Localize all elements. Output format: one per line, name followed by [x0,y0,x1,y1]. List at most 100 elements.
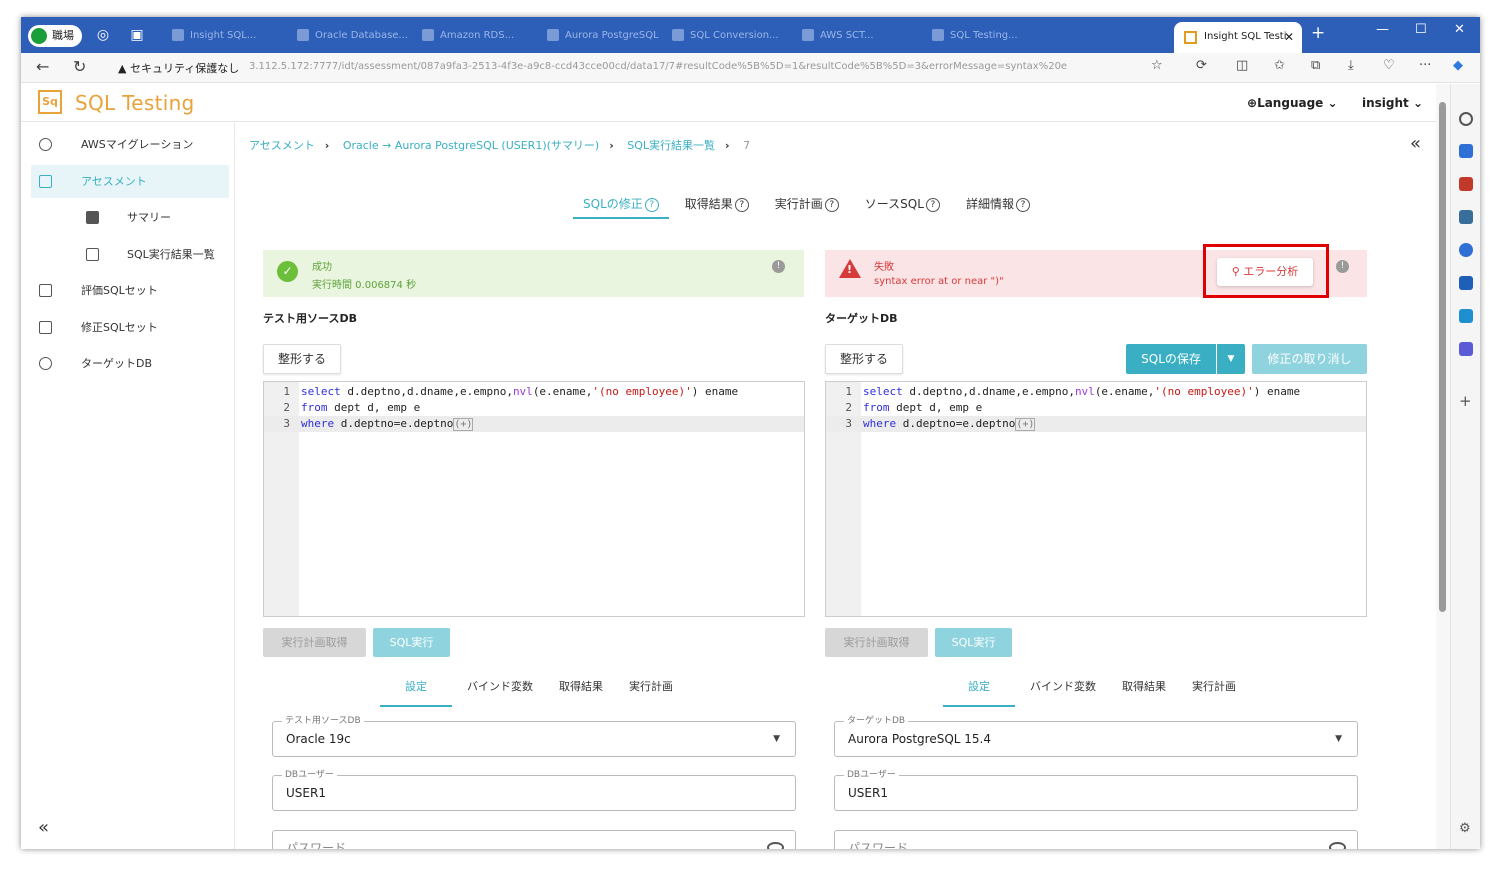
get-plan-button[interactable]: 実行計画取得 [263,628,366,657]
toolbox-icon[interactable] [1459,177,1473,191]
shopping-icon[interactable] [1459,243,1473,257]
subtab-bind-vars[interactable]: バインド変数 [1019,673,1107,707]
browser-tab[interactable]: Aurora PostgreSQL... [541,26,659,46]
eye-off-icon[interactable] [1329,842,1346,849]
split-screen-icon[interactable]: ◫ [1236,58,1248,73]
info-icon[interactable]: ! [772,260,785,273]
collapse-panel-icon[interactable]: « [1410,133,1421,154]
code-line[interactable]: 1 select d.deptno,d.dname,e.empno,nvl(e.e… [264,384,804,400]
browser-tab[interactable]: Insight SQL... [166,26,284,46]
eye-off-icon[interactable] [767,842,784,849]
format-button[interactable]: 整形する [825,344,903,374]
browser-tab[interactable]: Amazon RDS... [416,26,534,46]
subtab-exec-plan[interactable]: 実行計画 [1181,673,1247,707]
source-password-field[interactable]: パスワード [272,830,796,849]
browser-tab[interactable]: Oracle Database... [291,26,409,46]
subtab-bind-vars[interactable]: バインド変数 [456,673,544,707]
tab-execution-plan[interactable]: 実行計画? [765,193,849,219]
favorite-star-icon[interactable]: ☆ [1151,58,1163,73]
sidebar-item-summary[interactable]: サマリー [31,201,229,234]
target-sql-editor[interactable]: 1 select d.deptno,d.dname,e.empno,nvl(e.e… [825,381,1367,617]
source-db-select[interactable]: テスト用ソースDB Oracle 19c ▼ [272,714,796,757]
code-line[interactable]: 2 from dept d, emp e [826,400,1366,416]
source-db-user-field[interactable]: DBユーザー USER1 [272,768,796,811]
help-icon[interactable]: ? [734,198,749,212]
new-tab-icon[interactable]: + [1311,23,1325,43]
performance-icon[interactable]: ♡ [1383,58,1395,73]
help-icon[interactable]: ? [824,198,839,212]
logo-icon[interactable]: Sq [38,90,62,114]
browser-tab[interactable]: AWS SCT... [796,26,914,46]
tab-fetch-result[interactable]: 取得結果? [675,193,759,219]
sidebar-item-eval-sql-set[interactable]: 評価SQLセット [31,274,229,307]
breadcrumb-link[interactable]: Oracle → Aurora PostgreSQL (USER1)(サマリー) [343,139,599,152]
app-title[interactable]: SQL Testing [75,91,195,115]
profile-badge[interactable]: 職場 [28,25,82,47]
scrollbar-thumb[interactable] [1439,102,1446,612]
code-line[interactable]: 2 from dept d, emp e [264,400,804,416]
code-line[interactable]: 1 select d.deptno,d.dname,e.empno,nvl(e.e… [826,384,1366,400]
favorites-icon[interactable]: ✩ [1274,58,1285,73]
get-plan-button[interactable]: 実行計画取得 [825,628,928,657]
sidebar-item-target-db[interactable]: ターゲットDB [31,347,229,380]
code-line[interactable]: 3 where d.deptno=e.deptno(+) [826,416,1366,432]
page-scrollbar[interactable] [1436,84,1450,849]
add-icon[interactable]: + [1459,394,1473,409]
language-menu[interactable]: ⊕Language ⌄ [1247,96,1338,110]
format-button[interactable]: 整形する [263,344,341,374]
tab-sql-fix[interactable]: SQLの修正? [573,193,669,219]
subtab-exec-plan[interactable]: 実行計画 [618,673,684,707]
security-warning[interactable]: ▲ セキュリティ保護なし [118,60,239,76]
workspaces-icon[interactable]: ◎ [94,26,112,44]
info-icon[interactable]: ! [1336,260,1349,273]
more-icon[interactable]: ··· [1419,58,1431,73]
collapse-sidebar-icon[interactable]: « [38,817,49,838]
tab-source-sql[interactable]: ソースSQL? [855,193,950,219]
target-db-select[interactable]: ターゲットDB Aurora PostgreSQL 15.4 ▼ [834,714,1358,757]
close-tab-icon[interactable]: ✕ [1284,22,1294,52]
undo-fix-button[interactable]: 修正の取り消し [1252,344,1367,374]
sidebar-item-aws-migration[interactable]: AWSマイグレーション [31,128,229,161]
sidebar-app-icon[interactable] [1459,144,1473,158]
settings-gear-icon[interactable]: ⚙ [1459,822,1473,836]
tab-details[interactable]: 詳細情報? [956,193,1040,219]
subtab-settings[interactable]: 設定 [943,673,1015,707]
people-icon[interactable] [1459,210,1473,224]
outlook-icon[interactable] [1459,276,1473,290]
subtab-fetch-result[interactable]: 取得結果 [548,673,614,707]
sidebar-item-sql-results[interactable]: SQL実行結果一覧 [31,238,229,271]
help-icon[interactable]: ? [644,198,659,212]
target-password-field[interactable]: パスワード [834,830,1358,849]
maximize-icon[interactable]: ☐ [1415,22,1427,37]
close-window-icon[interactable]: ✕ [1454,22,1465,37]
active-browser-tab[interactable]: Insight SQL Testi ✕ [1174,22,1302,53]
subtab-fetch-result[interactable]: 取得結果 [1111,673,1177,707]
tab-actions-icon[interactable]: ▣ [128,26,146,44]
target-db-user-field[interactable]: DBユーザー USER1 [834,768,1358,811]
user-menu[interactable]: insight ⌄ [1362,96,1423,110]
browser-tab[interactable]: SQL Testing... [926,26,1044,46]
run-sql-button[interactable]: SQL実行 [373,628,450,657]
source-sql-editor[interactable]: 1 select d.deptno,d.dname,e.empno,nvl(e.e… [263,381,805,617]
run-sql-button[interactable]: SQL実行 [935,628,1012,657]
downloads-icon[interactable]: ⤓ [1348,58,1354,73]
browser-tab[interactable]: SQL Conversion... [666,26,784,46]
subtab-settings[interactable]: 設定 [380,673,452,707]
save-sql-button[interactable]: SQLの保存 [1126,344,1216,374]
teams-icon[interactable] [1459,342,1473,356]
extensions-icon[interactable]: ⟳ [1196,58,1207,73]
help-icon[interactable]: ? [1015,198,1030,212]
reload-icon[interactable]: ↻ [73,57,86,76]
breadcrumb-link[interactable]: SQL実行結果一覧 [627,139,715,152]
chevron-down-icon[interactable]: ▼ [1217,344,1245,374]
minimize-icon[interactable]: — [1376,22,1389,37]
sidebar-item-fix-sql-set[interactable]: 修正SQLセット [31,311,229,344]
collections-icon[interactable]: ⧉ [1311,58,1320,73]
back-icon[interactable]: ← [36,57,49,76]
send-icon[interactable] [1459,309,1473,323]
sidebar-item-assessment[interactable]: アセスメント [31,165,229,198]
code-line[interactable]: 3 where d.deptno=e.deptno(+) [264,416,804,432]
help-icon[interactable]: ? [925,198,940,212]
copilot-icon[interactable]: ◆ [1453,58,1463,73]
url-field[interactable]: 3.112.5.172:7777/idt/assessment/087a9fa3… [249,61,1079,72]
